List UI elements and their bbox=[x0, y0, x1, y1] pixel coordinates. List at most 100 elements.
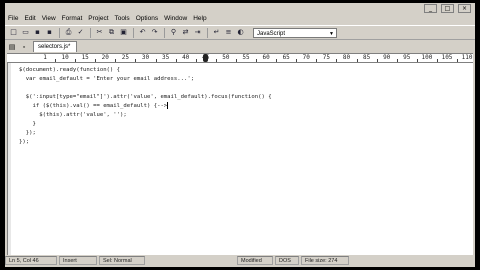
save-all-icon[interactable]: ▪ bbox=[44, 27, 55, 38]
minimize-button[interactable]: _ bbox=[424, 4, 437, 13]
menu-window[interactable]: Window bbox=[161, 15, 190, 22]
ruler-label: 75 bbox=[322, 54, 331, 61]
status-file-size: File size: 274 bbox=[301, 256, 349, 265]
ruler-tick bbox=[135, 59, 137, 62]
ruler-tick bbox=[195, 59, 197, 62]
menu-help[interactable]: Help bbox=[190, 15, 209, 22]
tab-bar: ▤ ▫ selectors.js* bbox=[5, 40, 475, 52]
copy-icon[interactable]: ⧉ bbox=[106, 27, 117, 38]
tab-selectors-js[interactable]: selectors.js* bbox=[33, 41, 78, 52]
text-cursor bbox=[167, 102, 169, 109]
ruler-label: 40 bbox=[182, 54, 190, 61]
ruler-label: 95 bbox=[403, 54, 411, 61]
ruler-label: 1 bbox=[43, 54, 47, 61]
status-bar: Ln 5, Col 46 Insert Sel: Normal Modified… bbox=[5, 256, 475, 266]
ruler-tick bbox=[175, 59, 177, 62]
code-line: $(this).attr('value', ''); bbox=[19, 112, 127, 118]
toolbar-separator bbox=[59, 27, 60, 38]
menu-edit[interactable]: Edit bbox=[21, 15, 38, 22]
code-line-current: if ($(this).val() == email_default) {--> bbox=[19, 102, 272, 111]
ruler-tick bbox=[457, 59, 459, 62]
column-ruler: 1101520253035404550556065707580859095100… bbox=[7, 53, 473, 63]
new-tab-icon[interactable]: ▫ bbox=[19, 43, 29, 52]
status-spacer bbox=[147, 256, 235, 265]
ruler-label: 55 bbox=[242, 54, 250, 61]
ruler-label: 65 bbox=[282, 54, 290, 61]
toolbar-separator bbox=[207, 27, 208, 38]
document-list-icon[interactable]: ▤ bbox=[7, 43, 17, 52]
ruler-tick bbox=[215, 59, 217, 62]
ruler-tick bbox=[356, 59, 358, 62]
status-position: Ln 5, Col 46 bbox=[5, 256, 57, 265]
ruler-label: 70 bbox=[302, 54, 310, 61]
ruler-label: 50 bbox=[222, 54, 230, 61]
ruler-label: 85 bbox=[362, 54, 371, 61]
status-modified: Modified bbox=[237, 256, 273, 265]
ruler-label: 60 bbox=[262, 54, 270, 61]
ruler-label: 10 bbox=[61, 54, 69, 61]
code-line: var email_default = 'Enter your email ad… bbox=[19, 76, 195, 82]
ruler-tick bbox=[235, 59, 237, 62]
cut-icon[interactable]: ✂ bbox=[94, 27, 105, 38]
language-select-value: JavaScript bbox=[257, 30, 286, 37]
ruler-tick bbox=[55, 59, 57, 62]
status-mode[interactable]: Insert bbox=[59, 256, 97, 265]
ruler-label: 100 bbox=[421, 54, 433, 61]
toolbar-separator bbox=[133, 27, 134, 38]
menu-format[interactable]: Format bbox=[59, 15, 86, 22]
word-wrap-icon[interactable]: ↵ bbox=[211, 27, 222, 38]
menu-file[interactable]: File bbox=[5, 15, 21, 22]
ruler-tick bbox=[416, 59, 418, 62]
toolbar: □ ▭ ▪ ▪ ⎙ ✓ ✂ ⧉ ▣ ↶ ↷ ⚲ ⇄ ⇥ ↵ ≡ ◐ JavaSc… bbox=[5, 25, 475, 40]
menu-bar: File Edit View Format Project Tools Opti… bbox=[5, 13, 475, 24]
undo-icon[interactable]: ↶ bbox=[137, 27, 148, 38]
ruler-label: 90 bbox=[383, 54, 391, 61]
menu-options[interactable]: Options bbox=[133, 15, 161, 22]
ruler-tick bbox=[75, 59, 77, 62]
language-select[interactable]: JavaScript ▼ bbox=[253, 27, 337, 38]
code-line: $(document).ready(function() { bbox=[19, 67, 121, 73]
menu-view[interactable]: View bbox=[39, 15, 59, 22]
replace-icon[interactable]: ⇄ bbox=[180, 27, 191, 38]
status-line-endings[interactable]: DOS bbox=[275, 256, 299, 265]
ruler-tick bbox=[396, 59, 398, 62]
title-bar: _ □ × bbox=[5, 3, 475, 13]
toolbar-separator bbox=[90, 27, 91, 38]
color-icon[interactable]: ◐ bbox=[235, 27, 246, 38]
ruler-label: 20 bbox=[101, 54, 109, 61]
code-line-text: if ($(this).val() == email_default) {--> bbox=[19, 103, 168, 109]
indent-icon[interactable]: ≡ bbox=[223, 27, 234, 38]
ruler-tick bbox=[115, 59, 117, 62]
editor-window: _ □ × File Edit View Format Project Tool… bbox=[5, 3, 475, 267]
ruler-tick bbox=[436, 59, 438, 62]
find-icon[interactable]: ⚲ bbox=[168, 27, 179, 38]
paste-icon[interactable]: ▣ bbox=[118, 27, 129, 38]
ruler-column-marker bbox=[203, 54, 208, 62]
menu-tools[interactable]: Tools bbox=[112, 15, 133, 22]
new-file-icon[interactable]: □ bbox=[8, 27, 19, 38]
menu-project[interactable]: Project bbox=[85, 15, 111, 22]
ruler-label: 110 bbox=[461, 54, 473, 61]
ruler-label: 30 bbox=[141, 54, 150, 61]
ruler-tick bbox=[276, 59, 278, 62]
redo-icon[interactable]: ↷ bbox=[149, 27, 160, 38]
ruler-label: 25 bbox=[121, 54, 130, 61]
close-button[interactable]: × bbox=[458, 4, 471, 13]
maximize-button[interactable]: □ bbox=[441, 4, 454, 13]
code-line: } bbox=[19, 121, 36, 127]
status-selection[interactable]: Sel: Normal bbox=[99, 256, 145, 265]
save-icon[interactable]: ▪ bbox=[32, 27, 43, 38]
print-icon[interactable]: ⎙ bbox=[63, 27, 74, 38]
ruler-label: 80 bbox=[342, 54, 351, 61]
code-editor[interactable]: $(document).ready(function() { var email… bbox=[7, 63, 473, 255]
chevron-down-icon: ▼ bbox=[329, 30, 334, 37]
spell-check-icon[interactable]: ✓ bbox=[75, 27, 86, 38]
open-folder-icon[interactable]: ▭ bbox=[20, 27, 31, 38]
ruler-label: 105 bbox=[441, 54, 453, 61]
editor-gutter bbox=[8, 63, 11, 255]
go-to-icon[interactable]: ⇥ bbox=[192, 27, 203, 38]
code-text[interactable]: $(document).ready(function() { var email… bbox=[19, 66, 272, 147]
code-line: }); bbox=[19, 130, 36, 136]
tab-label: selectors.js* bbox=[38, 44, 71, 50]
